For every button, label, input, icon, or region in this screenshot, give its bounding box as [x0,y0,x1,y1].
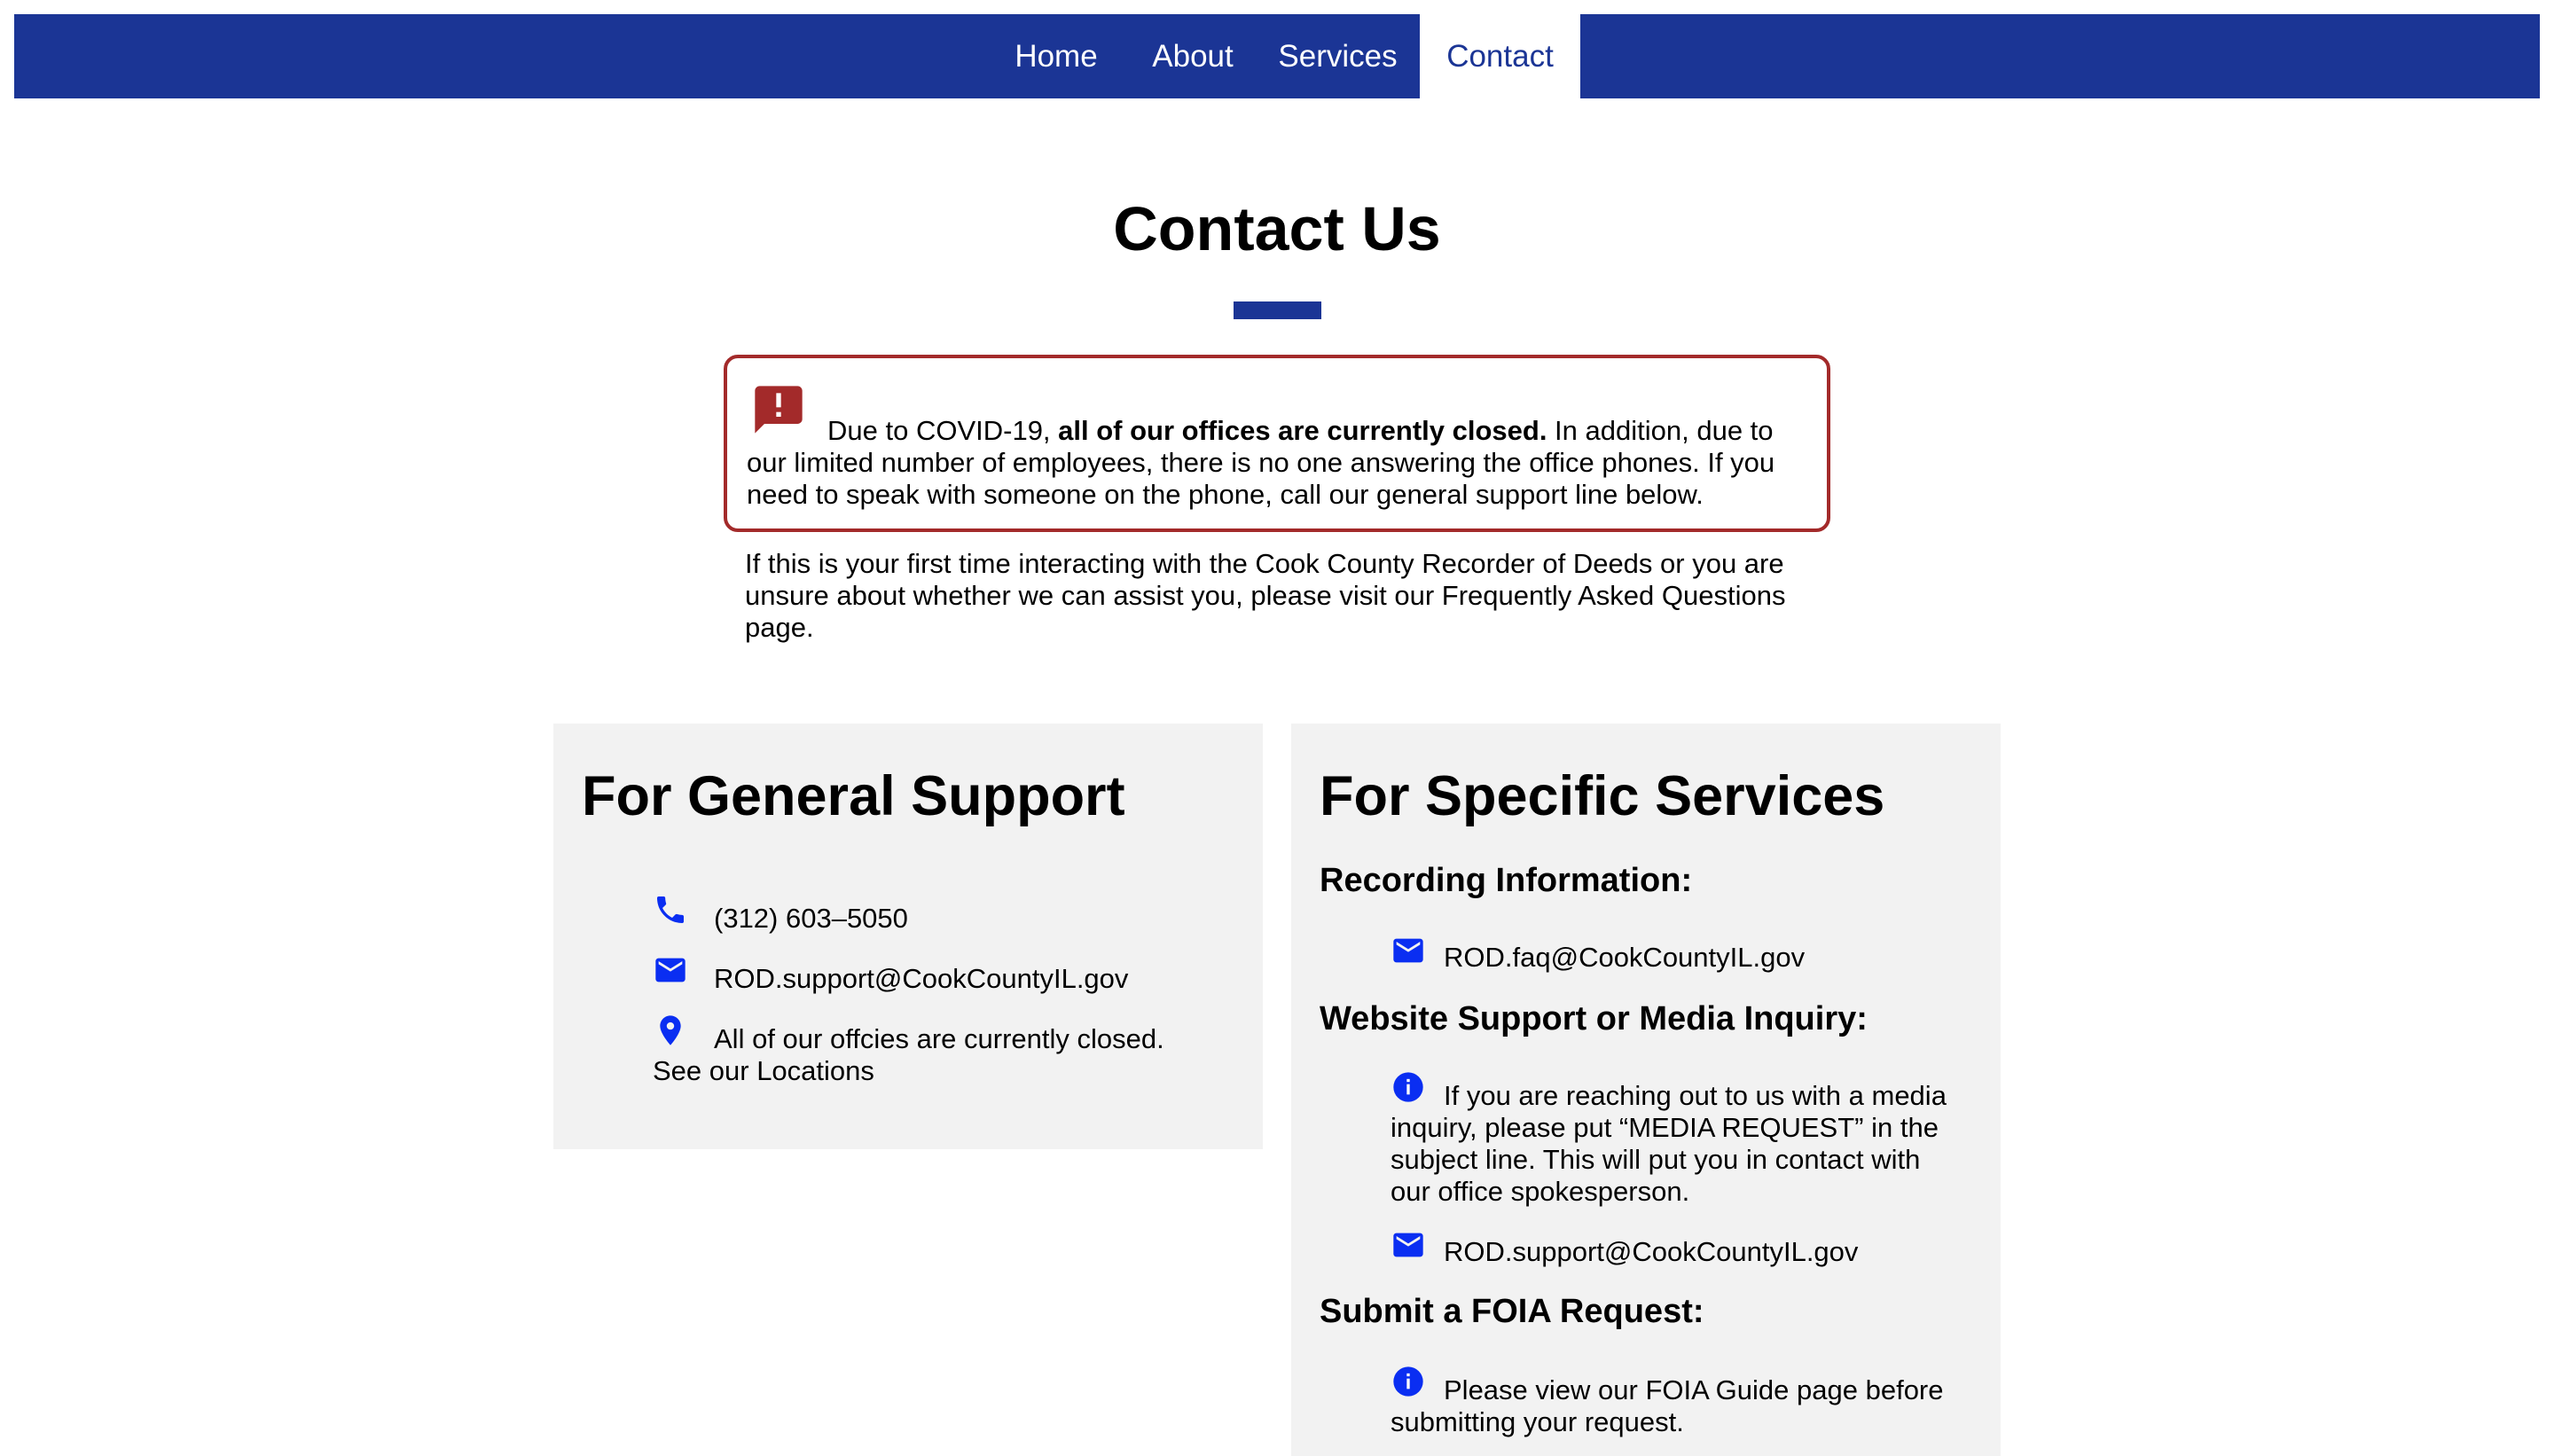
location-pin-icon [660,1015,681,1045]
covid-alert-box: Due to COVID-19, all of our offices are … [724,355,1830,532]
mail-icon [1393,938,1423,963]
general-phone-text[interactable]: (312) 603–5050 [714,903,908,935]
intro-paragraph: If this is your first time interacting w… [745,548,1786,643]
title-underline-divider [1234,301,1321,319]
nav-about-link[interactable]: About [1130,14,1256,98]
top-navigation-bar: Home About Services Contact [14,14,2540,98]
media-email-link[interactable]: ROD.support@CookCountyIL.gov [1444,1236,1858,1268]
alert-message: Due to COVID-19, all of our offices are … [747,415,1811,511]
general-support-card: For General Support (312) 603–5050 ROD.s… [553,724,1263,1149]
specific-services-card: For Specific Services Recording Informat… [1291,724,2001,1456]
general-email-link[interactable]: ROD.support@CookCountyIL.gov [714,963,1128,995]
specific-services-title: For Specific Services [1320,765,1885,827]
phone-icon [657,896,684,923]
mail-icon [655,958,686,982]
page-title: Contact Us [1113,194,1441,263]
recording-info-heading: Recording Information: [1320,862,1693,899]
page-frame: Home About Services Contact Contact Us D… [0,0,2554,1456]
nav-contact-link[interactable]: Contact [1420,14,1580,98]
general-support-title: For General Support [582,765,1125,827]
see-locations-link[interactable]: See our Locations [653,1055,874,1087]
foia-guide-text: Please view our FOIA Guide page before s… [1391,1374,1944,1437]
website-media-heading: Website Support or Media Inquiry: [1320,1000,1868,1037]
mail-icon [1393,1233,1423,1257]
recording-email-link[interactable]: ROD.faq@CookCountyIL.gov [1444,942,1805,974]
nav-home-link[interactable]: Home [983,14,1130,98]
location-closed-text: All of our offcies are currently closed. [714,1023,1164,1054]
nav-services-link[interactable]: Services [1256,14,1420,98]
alert-text-lead: Due to COVID-19, [827,415,1059,446]
foia-heading: Submit a FOIA Request: [1320,1293,1704,1330]
alert-text-bold: all of our offices are currently closed. [1058,415,1547,446]
media-inquiry-text: If you are reaching out to us with a med… [1391,1080,1947,1207]
